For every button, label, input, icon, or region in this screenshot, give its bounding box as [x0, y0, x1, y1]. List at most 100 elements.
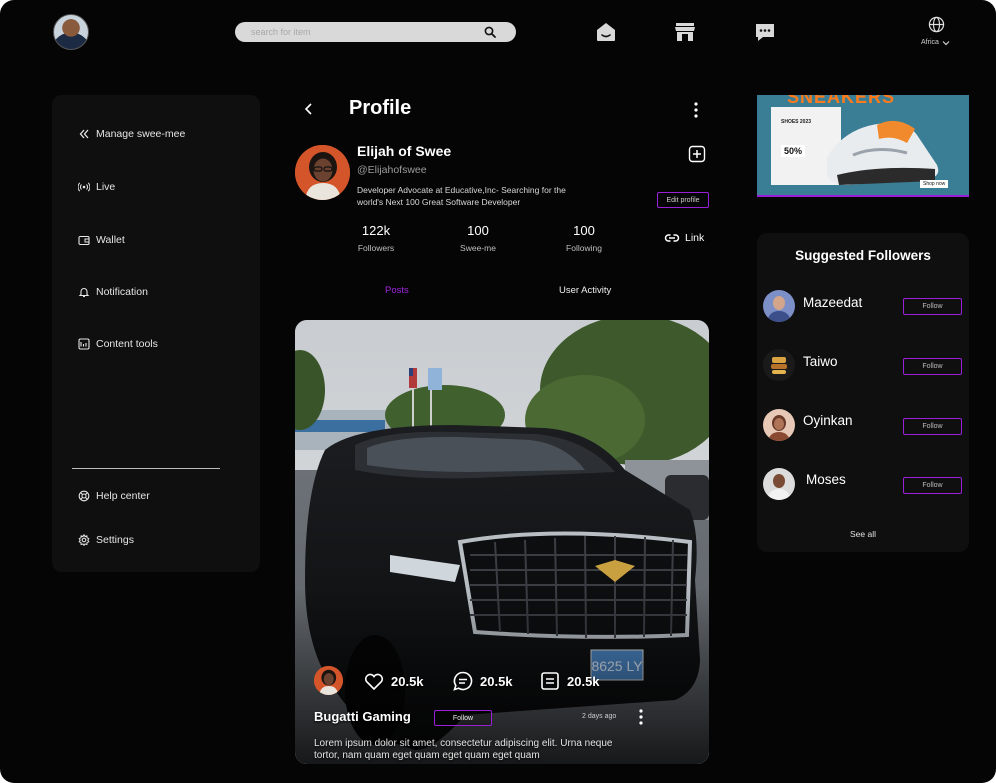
post-caption: Lorem ipsum dolor sit amet, consectetur … — [314, 738, 613, 761]
like-action[interactable]: 20.5k — [363, 670, 424, 692]
profile-photo — [295, 145, 350, 200]
sidebar-item-label: Manage swee-mee — [96, 128, 186, 140]
follower-name[interactable]: Taiwo — [803, 354, 838, 369]
ad-subtitle: SHOES 2023 — [781, 119, 812, 125]
stat-label: Following — [566, 243, 602, 253]
follower-name[interactable]: Mazeedat — [803, 295, 862, 310]
stat-value: 122k — [361, 223, 391, 238]
post-timestamp: 2 days ago — [582, 713, 617, 720]
ad-discount: 50% — [781, 145, 806, 157]
app-window: Africa Manage swee-mee Live Wallet Notif… — [0, 0, 996, 783]
broadcast-icon — [78, 182, 90, 192]
double-chevron-left-icon — [79, 129, 89, 139]
profile-bio: Developer Advocate at Educative,Inc- Sea… — [357, 185, 566, 207]
edit-profile-button[interactable]: Edit profile — [657, 192, 709, 208]
sidebar-item-manage[interactable]: Manage swee-mee — [78, 128, 185, 140]
profile-handle: @Elijahofswee — [357, 164, 427, 176]
link-label: Link — [685, 232, 705, 244]
stat-label: Swee-me — [460, 243, 496, 253]
add-post-icon[interactable] — [688, 145, 706, 163]
page-title: Profile — [349, 97, 412, 119]
follower-photo — [763, 409, 795, 441]
sidebar-divider — [72, 468, 220, 469]
follow-button[interactable]: Follow — [903, 298, 962, 315]
follow-button[interactable]: Follow — [903, 418, 962, 435]
content-tools-icon — [78, 338, 90, 350]
more-options-icon[interactable] — [692, 101, 700, 119]
back-arrow-icon[interactable] — [302, 101, 316, 117]
bell-icon — [78, 288, 90, 298]
share-count: 20.5k — [567, 673, 600, 689]
search-bar — [235, 22, 516, 42]
region-selector[interactable]: Africa — [921, 39, 950, 46]
stat-following[interactable]: 100 Following — [549, 223, 619, 253]
sidebar-item-label: Wallet — [96, 234, 125, 246]
follower-avatar[interactable] — [763, 290, 795, 322]
stat-value: 100 — [467, 223, 489, 238]
home-icon[interactable] — [594, 20, 618, 44]
post-follow-button[interactable]: Follow — [434, 710, 492, 726]
tab-user-activity[interactable]: User Activity — [559, 285, 611, 296]
post-author-name[interactable]: Bugatti Gaming — [314, 709, 411, 724]
follower-avatar[interactable] — [763, 409, 795, 441]
sidebar-item-label: Live — [96, 181, 116, 193]
heart-icon — [364, 673, 384, 691]
chat-icon[interactable] — [753, 20, 777, 44]
sidebar: Manage swee-mee Live Wallet Notification… — [52, 95, 260, 572]
sidebar-item-label: Settings — [96, 534, 134, 546]
author-photo — [314, 666, 343, 695]
sidebar-item-label: Notification — [96, 286, 148, 298]
user-avatar[interactable] — [53, 14, 89, 50]
search-icon[interactable] — [484, 26, 496, 38]
sidebar-item-notification[interactable]: Notification — [78, 286, 148, 298]
chevron-down-icon — [942, 40, 950, 45]
follower-photo — [763, 349, 795, 381]
ad-title: SNEAKERS — [787, 95, 896, 107]
wallet-icon — [78, 235, 90, 246]
store-icon[interactable] — [673, 20, 697, 44]
profile-name: Elijah of Swee — [357, 143, 452, 159]
sidebar-item-label: Help center — [96, 490, 150, 502]
stat-followers[interactable]: 122k Followers — [341, 223, 411, 253]
follower-avatar[interactable] — [763, 349, 795, 381]
post-options-icon[interactable] — [637, 708, 645, 726]
suggested-title: Suggested Followers — [795, 248, 931, 263]
sidebar-item-help[interactable]: Help center — [78, 490, 150, 502]
post-author-avatar[interactable] — [314, 666, 343, 695]
share-icon — [541, 672, 559, 690]
comment-action[interactable]: 20.5k — [452, 670, 513, 692]
link-icon — [664, 234, 680, 242]
sidebar-item-wallet[interactable]: Wallet — [78, 234, 125, 246]
help-icon — [78, 490, 90, 502]
tab-posts[interactable]: Posts — [385, 285, 409, 296]
follow-button[interactable]: Follow — [903, 477, 962, 494]
suggested-followers-panel: Suggested Followers Mazeedat Follow Taiw… — [757, 233, 969, 552]
ad-cta[interactable]: Shop now — [920, 180, 949, 188]
share-action[interactable]: 20.5k — [539, 670, 600, 692]
stat-label: Followers — [357, 243, 395, 253]
sidebar-item-live[interactable]: Live — [78, 181, 115, 193]
link-button[interactable]: Link — [664, 232, 704, 244]
search-input[interactable] — [251, 22, 481, 42]
follower-name[interactable]: Moses — [806, 472, 846, 487]
follower-name[interactable]: Oyinkan — [803, 413, 853, 428]
follow-button[interactable]: Follow — [903, 358, 962, 375]
region-label: Africa — [921, 39, 939, 46]
sidebar-item-label: Content tools — [96, 338, 158, 350]
see-all-link[interactable]: See all — [757, 529, 969, 539]
follower-photo — [763, 290, 795, 322]
follower-photo — [763, 468, 795, 500]
post-overlay: 20.5k 20.5k 20.5k Bugatti Gaming Follow … — [295, 320, 709, 764]
sidebar-item-settings[interactable]: Settings — [78, 534, 134, 546]
follower-avatar[interactable] — [763, 468, 795, 500]
stat-value: 100 — [573, 223, 595, 238]
profile-avatar[interactable] — [295, 145, 350, 200]
comment-icon — [453, 671, 473, 691]
globe-icon[interactable] — [928, 16, 945, 33]
post-card[interactable]: 8625 LY 20.5k 20.5k — [295, 320, 709, 764]
stat-swee-me[interactable]: 100 Swee-me — [443, 223, 513, 253]
ad-banner[interactable]: SNEAKERS SHOES 2023 50% Shop now — [757, 95, 969, 197]
gear-icon — [78, 534, 90, 546]
like-count: 20.5k — [391, 673, 424, 689]
sidebar-item-content-tools[interactable]: Content tools — [78, 338, 158, 350]
